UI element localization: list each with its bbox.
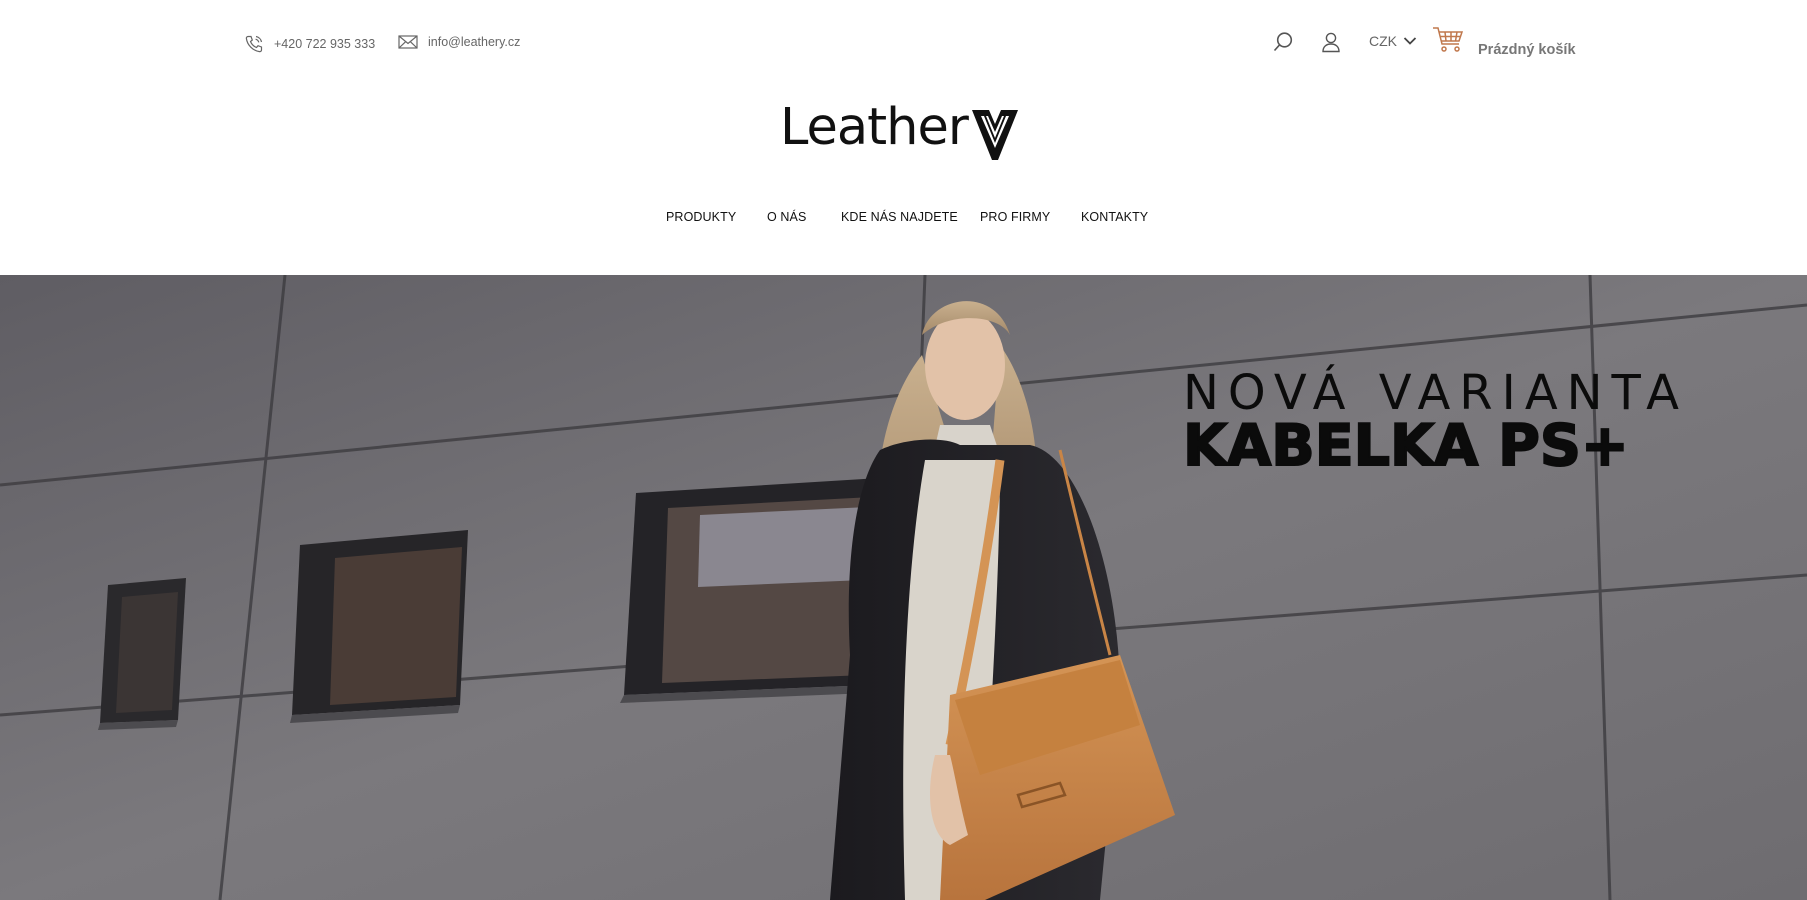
header-email[interactable]: info@leathery.cz — [398, 34, 520, 50]
logo-wordmark: Leather — [780, 98, 969, 157]
site-logo[interactable]: Leather — [780, 100, 1030, 168]
nav-item-kde-nas-najdete[interactable]: KDE NÁS NAJDETE — [841, 210, 958, 224]
cart-label: Prázdný košík — [1478, 41, 1576, 58]
currency-selector[interactable]: CZK — [1369, 33, 1417, 49]
email-address: info@leathery.cz — [428, 35, 521, 49]
site-header: +420 722 935 333 info@leathery.cz CZK Pr… — [0, 0, 1807, 90]
phone-number: +420 722 935 333 — [274, 37, 376, 51]
header-phone[interactable]: +420 722 935 333 — [244, 34, 375, 54]
cart-icon — [1432, 26, 1464, 59]
nav-item-o-nas[interactable]: O NÁS — [767, 210, 806, 224]
chevron-down-icon — [1403, 33, 1417, 49]
currency-label: CZK — [1369, 33, 1397, 49]
hero-banner[interactable]: NOVÁ VARIANTA KABELKA PS+ — [0, 275, 1807, 900]
cart-button[interactable]: Prázdný košík — [1432, 26, 1576, 59]
hero-product-title: KABELKA PS+ — [1182, 412, 1630, 480]
search-icon[interactable] — [1272, 31, 1294, 58]
envelope-icon — [398, 34, 418, 50]
user-icon[interactable] — [1320, 31, 1342, 58]
nav-item-pro-firmy[interactable]: PRO FIRMY — [980, 210, 1050, 224]
phone-icon — [244, 34, 264, 54]
nav-item-kontakty[interactable]: KONTAKTY — [1081, 210, 1148, 224]
nav-item-produkty[interactable]: PRODUKTY — [666, 210, 736, 224]
logo-y-mark-icon — [972, 110, 1020, 167]
